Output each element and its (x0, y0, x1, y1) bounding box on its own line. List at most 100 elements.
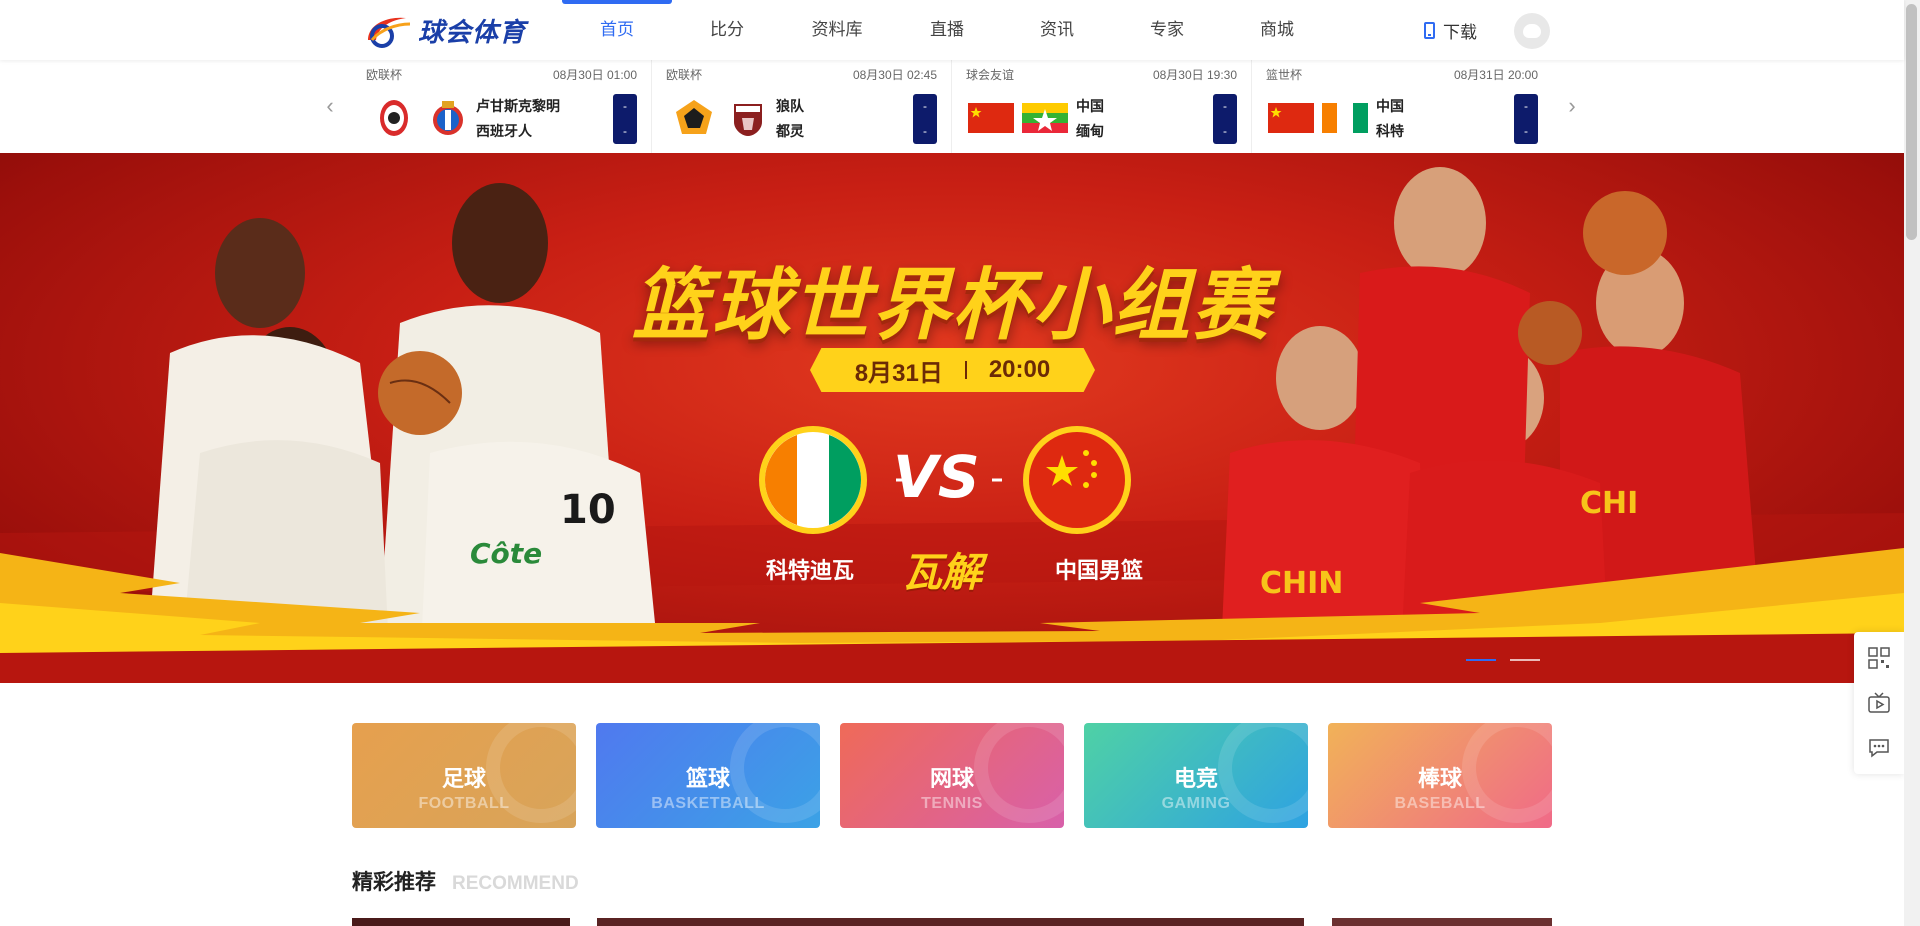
china-flag-icon (968, 98, 1014, 138)
nav-item-live[interactable]: 直播 (892, 0, 1002, 60)
away-team-name: 科特 (1376, 123, 1404, 139)
wolves-crest-icon (674, 98, 714, 143)
match-league: 欧联杯 (366, 68, 403, 82)
home-score: - (623, 99, 627, 113)
sport-card-basketball[interactable]: 篮球 BASKETBALL (596, 723, 820, 828)
away-score: - (1524, 124, 1528, 138)
qr-code-icon[interactable] (1867, 646, 1891, 670)
sport-name-en: TENNIS (921, 795, 983, 812)
match-time: 08月31日 20:00 (1453, 68, 1538, 82)
page: 球会体育 首页 比分 资料库 直播 资讯 专家 商城 下载 ‹ › 欧联杯 08… (0, 0, 1920, 926)
away-score: - (923, 124, 927, 138)
chat-bubble-icon[interactable] (1867, 736, 1891, 760)
match-league: 球会友谊 (966, 68, 1015, 82)
logo-text: 球会体育 (418, 16, 527, 47)
match-card[interactable]: 球会友谊 08月30日 19:30 中国 缅甸 - - (952, 60, 1252, 153)
banner-title: 篮球世界杯小组赛 (631, 261, 1272, 351)
match-list: 欧联杯 08月30日 01:00 卢甘斯克黎明 西班牙人 - - 欧联杯 08月… (352, 60, 1552, 153)
home-team-name: 卢甘斯克黎明 (476, 98, 560, 114)
download-label: 下载 (1443, 22, 1477, 42)
nav-item-home[interactable]: 首页 (562, 0, 672, 60)
tv-play-icon[interactable] (1867, 691, 1891, 715)
match-league: 欧联杯 (666, 68, 703, 82)
nav-item-news[interactable]: 资讯 (1002, 0, 1112, 60)
espanyol-crest-icon (428, 98, 468, 143)
away-team-name: 都灵 (776, 123, 804, 139)
score-box: - - (613, 94, 637, 144)
sport-name-en: FOOTBALL (418, 795, 510, 812)
scrollbar-thumb[interactable] (1906, 4, 1917, 240)
date-separator (964, 361, 967, 379)
svg-text:CHI: CHI (1580, 486, 1638, 521)
floating-tools (1854, 632, 1904, 774)
recommend-thumb[interactable] (352, 918, 570, 926)
logo-mark-icon (362, 10, 412, 50)
match-score-strip: ‹ › 欧联杯 08月30日 01:00 卢甘斯克黎明 西班牙人 - - 欧联杯… (0, 60, 1904, 153)
zorya-crest-icon (374, 98, 414, 143)
site-logo[interactable]: 球会体育 (362, 10, 526, 50)
chevron-right-icon[interactable]: › (1562, 92, 1582, 120)
nav-item-scores[interactable]: 比分 (672, 0, 782, 60)
home-score: - (1223, 99, 1227, 113)
phone-icon (1424, 21, 1435, 39)
match-time: 08月30日 02:45 (852, 68, 937, 82)
home-team-name: 狼队 (776, 98, 804, 114)
china-flag-icon (1268, 98, 1314, 138)
sport-name-en: BASEBALL (1394, 795, 1486, 812)
home-team-name: 中国 (1376, 98, 1404, 114)
score-box: - - (913, 94, 937, 144)
nav-item-shop[interactable]: 商城 (1222, 0, 1332, 60)
user-avatar[interactable] (1514, 13, 1550, 49)
svg-text:CHIN: CHIN (1260, 566, 1343, 601)
sport-card-football[interactable]: 足球 FOOTBALL (352, 723, 576, 828)
avatar-face-icon (1523, 24, 1541, 38)
sport-name-en: GAMING (1161, 795, 1231, 812)
carousel-dot-1[interactable] (1466, 659, 1496, 661)
match-time: 08月30日 19:30 (1152, 68, 1237, 82)
away-score: - (623, 124, 627, 138)
carousel-dots (1466, 659, 1540, 661)
sport-card-gaming[interactable]: 电竞 GAMING (1084, 723, 1308, 828)
banner-date: 8月31日 (854, 359, 943, 387)
sport-name-en: BASKETBALL (651, 795, 765, 812)
myanmar-flag-icon (1022, 98, 1068, 138)
nav-item-database[interactable]: 资料库 (782, 0, 892, 60)
banner-vs: VS (893, 443, 980, 511)
download-button[interactable]: 下载 (1424, 0, 1477, 60)
sport-categories: 足球 FOOTBALL 篮球 BASKETBALL 网球 TENNIS 电竞 G… (352, 723, 1552, 828)
banner-date-badge: 8月31日 20:00 (810, 348, 1095, 392)
hero-banner[interactable]: 10 Côte CHIN CHI 篮球世界杯小组赛 8月31日 20:00 VS… (0, 153, 1904, 683)
torino-crest-icon (728, 98, 768, 143)
nav-item-experts[interactable]: 专家 (1112, 0, 1222, 60)
away-score: - (1223, 124, 1227, 138)
home-score: - (923, 99, 927, 113)
svg-text:Côte: Côte (470, 537, 542, 570)
banner-team-left: 科特迪瓦 (766, 558, 855, 583)
recommend-title: 精彩推荐 (352, 871, 436, 894)
match-card[interactable]: 欧联杯 08月30日 02:45 狼队 都灵 - - (652, 60, 952, 153)
recommend-heading: 精彩推荐 RECOMMEND (352, 866, 579, 896)
match-card[interactable]: 欧联杯 08月30日 01:00 卢甘斯克黎明 西班牙人 - - (352, 60, 652, 153)
chevron-left-icon[interactable]: ‹ (320, 92, 340, 120)
svg-text:10: 10 (560, 487, 616, 533)
recommend-thumb[interactable] (597, 918, 1304, 926)
match-card[interactable]: 篮世杯 08月31日 20:00 中国 科特 - - (1252, 60, 1552, 153)
away-team-name: 西班牙人 (476, 123, 532, 139)
ivory-coast-flag-icon (1322, 98, 1368, 138)
banner-time: 20:00 (988, 356, 1051, 383)
score-box: - - (1514, 94, 1538, 144)
main-nav: 首页 比分 资料库 直播 资讯 专家 商城 (562, 0, 1332, 60)
carousel-dot-2[interactable] (1510, 659, 1540, 661)
home-team-name: 中国 (1076, 98, 1104, 114)
home-score: - (1524, 99, 1528, 113)
banner-brand: 瓦解 (902, 550, 982, 596)
recommend-subtitle: RECOMMEND (452, 873, 579, 894)
sport-card-baseball[interactable]: 棒球 BASEBALL (1328, 723, 1552, 828)
match-league: 篮世杯 (1266, 68, 1303, 82)
top-header: 球会体育 首页 比分 资料库 直播 资讯 专家 商城 下载 (0, 0, 1904, 60)
away-team-name: 缅甸 (1076, 123, 1104, 139)
recommend-thumbnails (352, 918, 1552, 926)
banner-team-right: 中国男篮 (1055, 558, 1144, 583)
recommend-thumb[interactable] (1332, 918, 1552, 926)
sport-card-tennis[interactable]: 网球 TENNIS (840, 723, 1064, 828)
